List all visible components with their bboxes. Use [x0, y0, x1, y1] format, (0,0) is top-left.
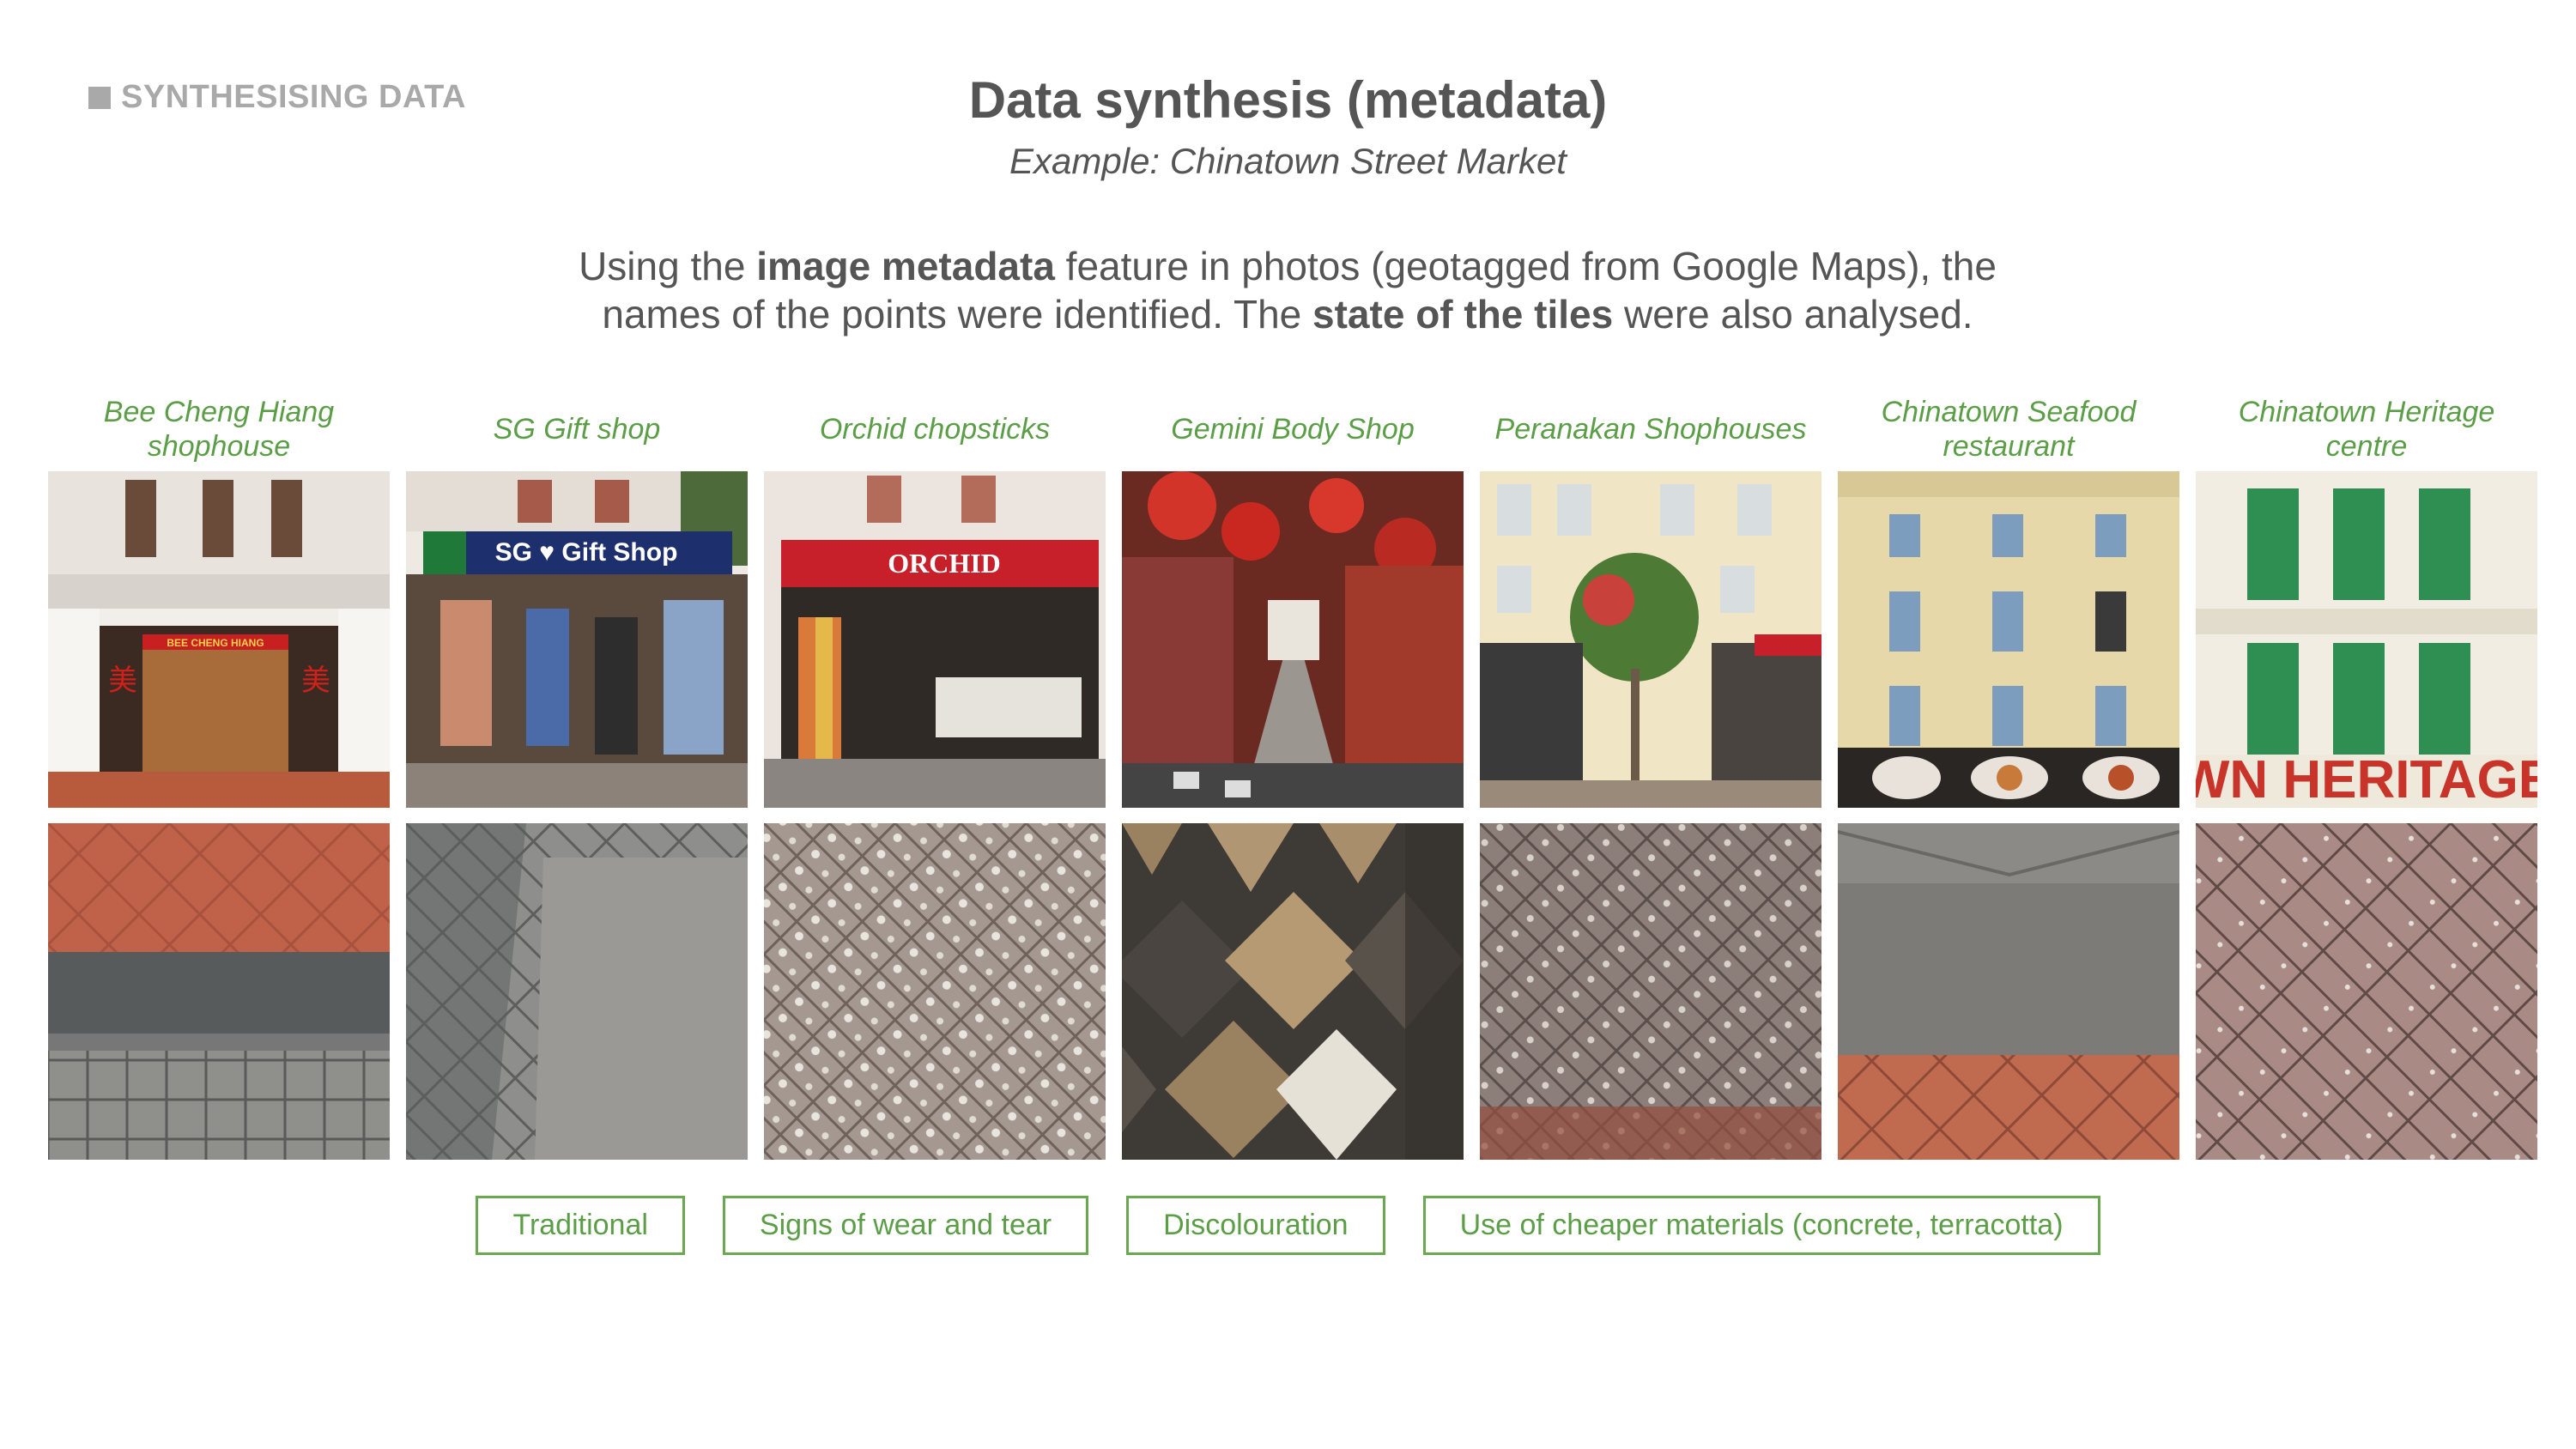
facade-photo-row: BEE CHENG HIANG 美 美 SG ♥ Gift Shop ORCHI…: [48, 471, 2537, 808]
facade-photo-chinatown-heritage: WN HERITAGE: [2196, 471, 2537, 808]
location-label-chinatown-heritage: Chinatown Heritage centre: [2238, 396, 2495, 463]
tag-discolouration: Discolouration: [1126, 1196, 1385, 1255]
svg-text:美: 美: [301, 664, 330, 698]
tile-photo-peranakan-shophouses: [1480, 823, 1821, 1160]
tile-photo-chinatown-seafood: [1838, 823, 2179, 1160]
facade-photo-bee-cheng-hiang: BEE CHENG HIANG 美 美: [48, 471, 390, 808]
page-subtitle: Example: Chinatown Street Market: [1009, 141, 1567, 181]
intro-text-3: were also analysed.: [1613, 292, 1973, 336]
location-label-orchid-chopsticks: Orchid chopsticks: [819, 413, 1051, 446]
tile-photo-chinatown-heritage: [2196, 823, 2537, 1160]
intro-bold-2: state of the tiles: [1312, 292, 1614, 336]
intro-text-1: Using the: [579, 244, 757, 288]
location-label-gemini-body-shop: Gemini Body Shop: [1171, 413, 1415, 446]
tag-cheaper-materials: Use of cheaper materials (concrete, terr…: [1422, 1196, 2100, 1255]
facade-photo-gemini-body-shop: [1122, 471, 1464, 808]
location-labels: Bee Cheng Hiang shophouse SG Gift shop O…: [48, 386, 2537, 472]
tile-photo-orchid-chopsticks: [764, 823, 1106, 1160]
shop-sign-sg-gift-shop: SG ♥ Gift Shop: [495, 538, 678, 567]
tile-photo-row: [48, 823, 2537, 1160]
shop-sign-bee-cheng-hiang: BEE CHENG HIANG: [167, 637, 264, 649]
tile-photo-gemini-body-shop: [1122, 823, 1464, 1160]
shop-sign-heritage: WN HERITAGE: [2196, 750, 2537, 808]
tile-photo-bee-cheng-hiang: [48, 823, 390, 1160]
facade-photo-sg-gift-shop: SG ♥ Gift Shop: [406, 471, 748, 808]
tag-wear-and-tear: Signs of wear and tear: [722, 1196, 1089, 1255]
tag-traditional: Traditional: [476, 1196, 685, 1255]
location-label-bee-cheng-hiang: Bee Cheng Hiang shophouse: [103, 396, 335, 463]
intro-paragraph: Using the image metadata feature in phot…: [515, 242, 2060, 338]
location-label-chinatown-seafood: Chinatown Seafood restaurant: [1881, 396, 2137, 463]
page-title: Data synthesis (metadata): [968, 71, 1608, 129]
facade-photo-chinatown-seafood: [1838, 471, 2179, 808]
svg-text:美: 美: [108, 664, 137, 698]
tile-photo-sg-gift-shop: [406, 823, 748, 1160]
intro-bold-1: image metadata: [756, 244, 1055, 288]
location-label-sg-gift-shop: SG Gift shop: [493, 413, 661, 446]
shop-sign-orchid: ORCHID: [888, 548, 1001, 579]
facade-photo-orchid-chopsticks: ORCHID: [764, 471, 1106, 808]
tile-condition-tags: Traditional Signs of wear and tear Disco…: [0, 1196, 2576, 1255]
facade-photo-peranakan-shophouses: [1480, 471, 1821, 808]
location-label-peranakan-shophouses: Peranakan Shophouses: [1494, 413, 1807, 446]
